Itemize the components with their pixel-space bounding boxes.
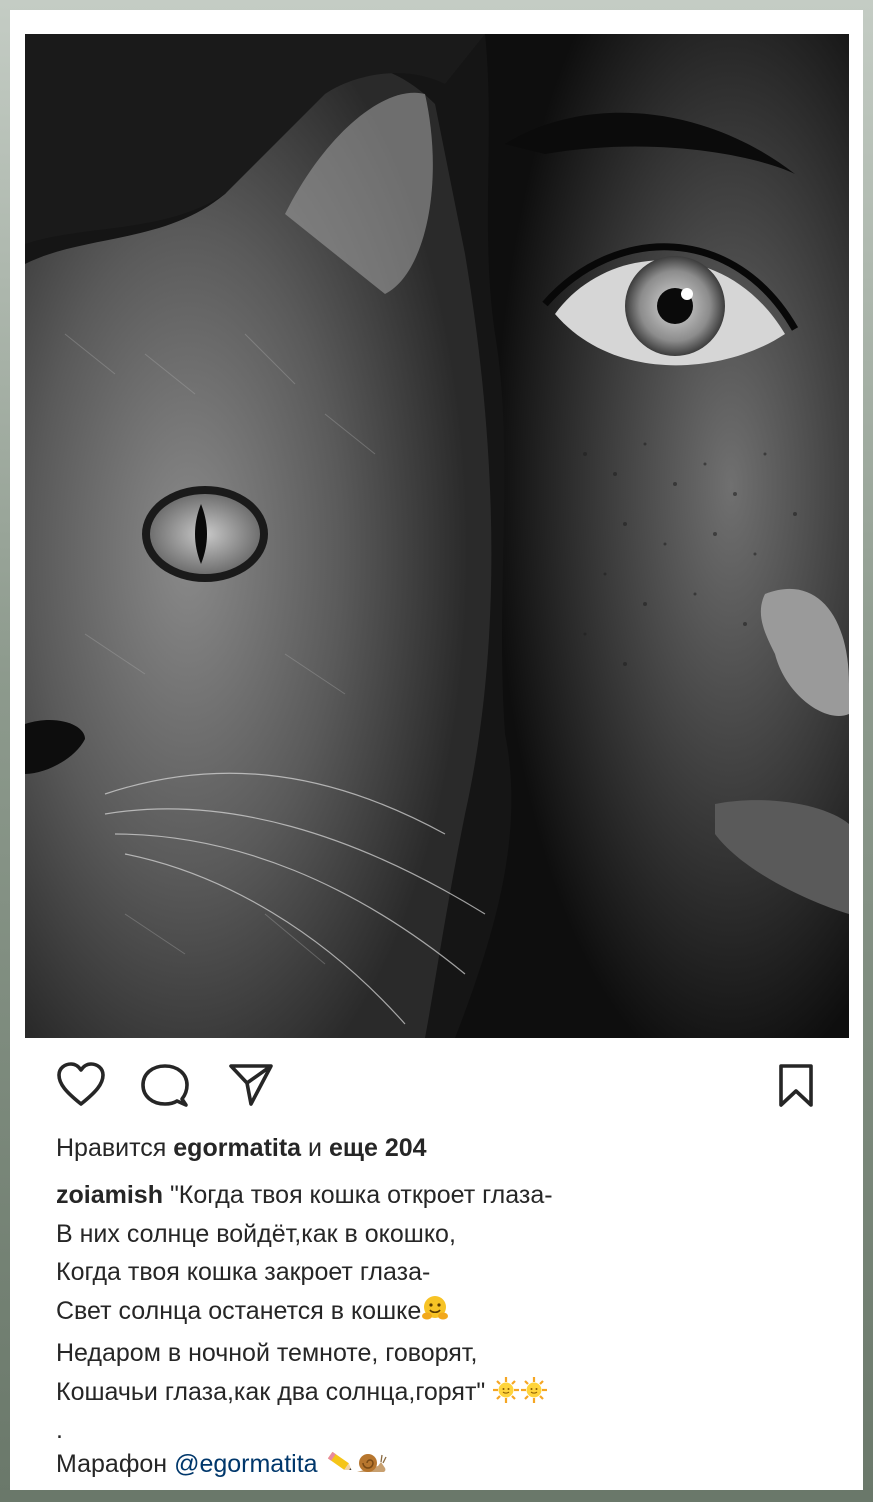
caption-line-6: Кошачьи глаза,как два солнца,горят"	[56, 1373, 836, 1416]
caption-text-1: "Когда твоя кошка откроет глаза-	[169, 1181, 553, 1209]
caption-line-3: Когда твоя кошка закроет глаза-	[56, 1258, 431, 1286]
post-card: Нравится egormatita и еще 204 zoiamish "…	[10, 10, 863, 1490]
post-image[interactable]	[25, 34, 849, 1038]
mention-link[interactable]: @egormatita	[174, 1450, 318, 1478]
snail-emoji	[355, 1448, 387, 1488]
likes-count[interactable]: еще 204	[329, 1134, 427, 1162]
paper-plane-icon[interactable]	[228, 1063, 274, 1107]
caption-line-5: Недаром в ночной темноте, говорят,	[56, 1339, 478, 1367]
likes-prefix: Нравится	[56, 1134, 167, 1162]
post-caption: zoiamish "Когда твоя кошка откроет глаза…	[56, 1176, 836, 1488]
pencil-emoji	[325, 1448, 355, 1488]
likes-middle: и	[308, 1134, 323, 1162]
caption-marathon-line: Марафон @egormatita	[56, 1445, 836, 1488]
marathon-label: Марафон	[56, 1450, 168, 1478]
caption-line-4: Свет солнца останется в кошке	[56, 1292, 836, 1335]
comment-bubble-icon[interactable]	[141, 1063, 189, 1109]
bookmark-icon[interactable]	[778, 1063, 814, 1109]
likes-line: Нравится egormatita и еще 204	[56, 1134, 427, 1163]
hugging-face-emoji	[421, 1295, 449, 1335]
caption-username[interactable]: zoiamish	[56, 1181, 163, 1209]
caption-text-4: Свет солнца останется в кошке	[56, 1296, 422, 1325]
cat-woman-drawing	[25, 34, 849, 1038]
caption-text-6: Кошачьи глаза,как два солнца,горят"	[56, 1377, 486, 1406]
caption-line-2: В них солнце войдёт,как в окошко,	[56, 1219, 456, 1248]
heart-icon[interactable]	[56, 1062, 106, 1108]
sun-emoji	[520, 1376, 548, 1416]
liker-username[interactable]: egormatita	[173, 1134, 301, 1162]
caption-separator: .	[56, 1416, 63, 1444]
caption-line-1: zoiamish "Когда твоя кошка откроет глаза…	[56, 1176, 836, 1215]
sun-emoji	[492, 1376, 520, 1416]
